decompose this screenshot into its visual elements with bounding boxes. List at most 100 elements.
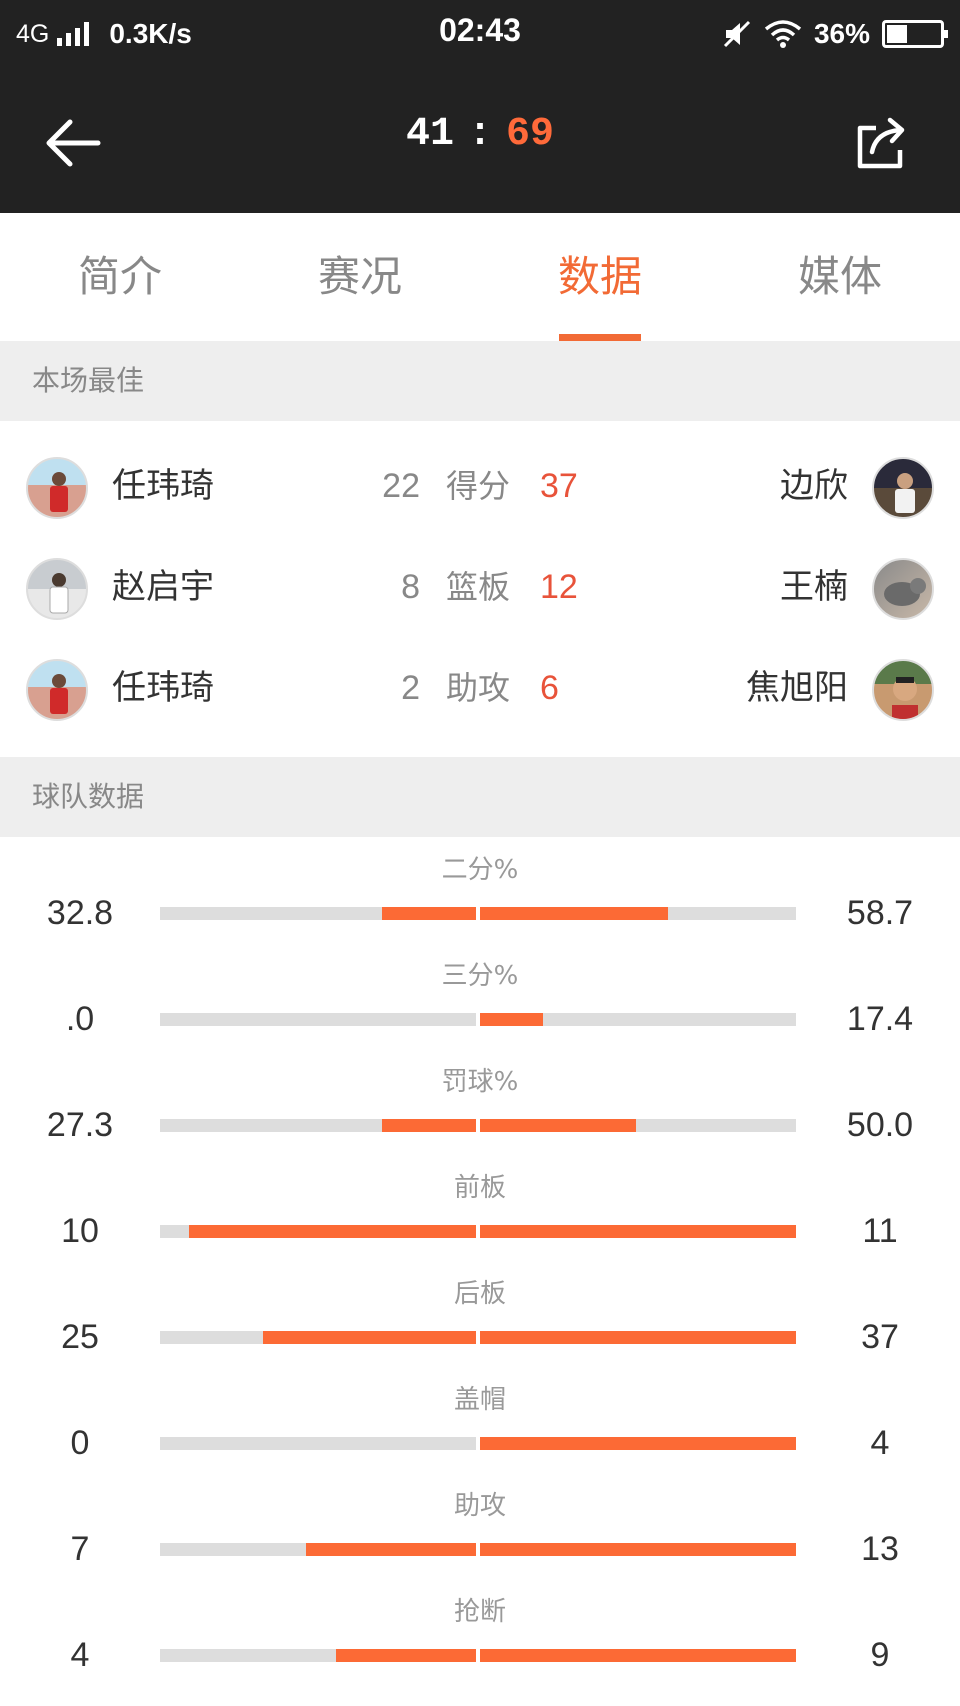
- left-bar: [160, 1331, 476, 1344]
- battery-percent: 36%: [813, 18, 870, 49]
- right-value: 37: [540, 467, 578, 505]
- wifi-icon: [764, 20, 802, 48]
- left-bar-fill: [306, 1543, 476, 1556]
- score-separator: :: [467, 112, 492, 157]
- stat-row: 抢断 4 9: [0, 1594, 960, 1700]
- score-header: 41:69: [0, 68, 960, 213]
- stat-left-value: 0: [70, 1424, 90, 1462]
- right-bar-fill: [480, 1013, 543, 1026]
- best-row-assists: 任玮琦 2 助攻 6 焦旭阳: [0, 639, 960, 739]
- away-score: 69: [506, 112, 555, 157]
- stat-label: 后板: [453, 1279, 506, 1309]
- left-player-name[interactable]: 任玮琦: [112, 461, 214, 511]
- right-player-name[interactable]: 边欣: [780, 461, 848, 511]
- stat-category: 篮板: [446, 568, 511, 606]
- stat-right-value: 4: [870, 1424, 890, 1462]
- stat-row: 前板 10 11: [0, 1170, 960, 1276]
- share-icon[interactable]: [846, 108, 916, 178]
- stat-label: 前板: [453, 1173, 506, 1203]
- right-bar-fill: [480, 1543, 796, 1556]
- stat-left-value: .0: [65, 1000, 95, 1038]
- left-player-name[interactable]: 赵启宇: [112, 562, 214, 612]
- stat-left-value: 32.8: [46, 894, 114, 932]
- right-bar-fill: [480, 1225, 796, 1238]
- left-bar: [160, 1649, 476, 1662]
- right-bar-fill: [480, 1437, 796, 1450]
- home-score: 41: [405, 112, 454, 157]
- stat-category: 得分: [446, 467, 511, 505]
- tab-intro[interactable]: 简介: [0, 213, 240, 341]
- avatar[interactable]: [872, 558, 934, 620]
- right-bar-fill: [480, 1331, 796, 1344]
- stat-row: 后板 25 37: [0, 1276, 960, 1382]
- stat-row: 盖帽 0 4: [0, 1382, 960, 1488]
- right-bar: [480, 1437, 796, 1450]
- status-right: 36%: [722, 14, 948, 54]
- stat-row: 助攻 7 13: [0, 1488, 960, 1594]
- left-bar: [160, 1225, 476, 1238]
- stat-left-value: 10: [61, 1212, 99, 1250]
- right-player-name[interactable]: 王楠: [780, 562, 848, 612]
- right-bar-fill: [480, 1649, 796, 1662]
- tab-label: 赛况: [317, 252, 402, 301]
- stat-left-value: 25: [61, 1318, 99, 1356]
- tab-label: 媒体: [797, 252, 882, 301]
- left-player-name[interactable]: 任玮琦: [112, 663, 214, 713]
- right-bar: [480, 1331, 796, 1344]
- match-score: 41:69: [0, 112, 960, 157]
- right-player-name[interactable]: 焦旭阳: [746, 663, 848, 713]
- avatar[interactable]: [26, 457, 88, 519]
- stat-label: 盖帽: [453, 1385, 506, 1415]
- right-bar: [480, 1119, 796, 1132]
- stat-label: 罚球%: [441, 1067, 519, 1097]
- right-bar: [480, 1225, 796, 1238]
- avatar[interactable]: [26, 659, 88, 721]
- stat-right-value: 13: [861, 1530, 899, 1568]
- right-bar-fill: [480, 907, 668, 920]
- mute-icon: [723, 20, 751, 48]
- right-bar: [480, 907, 796, 920]
- stat-right-value: 17.4: [846, 1000, 914, 1038]
- tab-indicator: [559, 334, 641, 341]
- stat-label: 助攻: [453, 1491, 506, 1521]
- best-row-rebounds: 赵启宇 8 篮板 12 王楠: [0, 538, 960, 638]
- left-bar-fill: [335, 1649, 476, 1662]
- left-bar: [160, 1543, 476, 1556]
- stat-left-value: 27.3: [46, 1106, 114, 1144]
- avatar[interactable]: [872, 457, 934, 519]
- stat-row: 二分% 32.8 58.7: [0, 852, 960, 958]
- stat-right-value: 9: [870, 1636, 890, 1674]
- tab-label: 简介: [77, 252, 162, 301]
- left-bar: [160, 1437, 476, 1450]
- best-section-title: 本场最佳: [0, 341, 960, 421]
- stat-right-value: 58.7: [846, 894, 914, 932]
- stat-right-value: 11: [862, 1212, 898, 1250]
- battery-icon: [882, 20, 948, 48]
- avatar[interactable]: [872, 659, 934, 721]
- right-bar-fill: [480, 1119, 637, 1132]
- left-bar: [160, 1013, 476, 1026]
- left-bar-fill: [381, 907, 476, 920]
- tab-live[interactable]: 赛况: [240, 213, 480, 341]
- stat-left-value: 4: [70, 1636, 90, 1674]
- right-bar: [480, 1013, 796, 1026]
- left-value: 2: [401, 669, 420, 707]
- stat-right-value: 37: [861, 1318, 899, 1356]
- right-bar: [480, 1649, 796, 1662]
- stat-category: 助攻: [446, 669, 511, 707]
- avatar[interactable]: [26, 558, 88, 620]
- status-bar: 4G 0.3K/s 02:43 36%: [0, 0, 960, 68]
- tab-data[interactable]: 数据: [480, 213, 720, 341]
- tab-media[interactable]: 媒体: [720, 213, 960, 341]
- left-value: 8: [401, 568, 420, 606]
- left-value: 22: [382, 467, 420, 505]
- right-value: 6: [540, 669, 559, 707]
- stat-row: 三分% .0 17.4: [0, 958, 960, 1064]
- stat-left-value: 7: [70, 1530, 90, 1568]
- left-bar-fill: [263, 1331, 476, 1344]
- right-value: 12: [540, 568, 578, 606]
- right-bar: [480, 1543, 796, 1556]
- team-section-title: 球队数据: [0, 757, 960, 837]
- tab-label: 数据: [557, 252, 642, 301]
- left-bar: [160, 1119, 476, 1132]
